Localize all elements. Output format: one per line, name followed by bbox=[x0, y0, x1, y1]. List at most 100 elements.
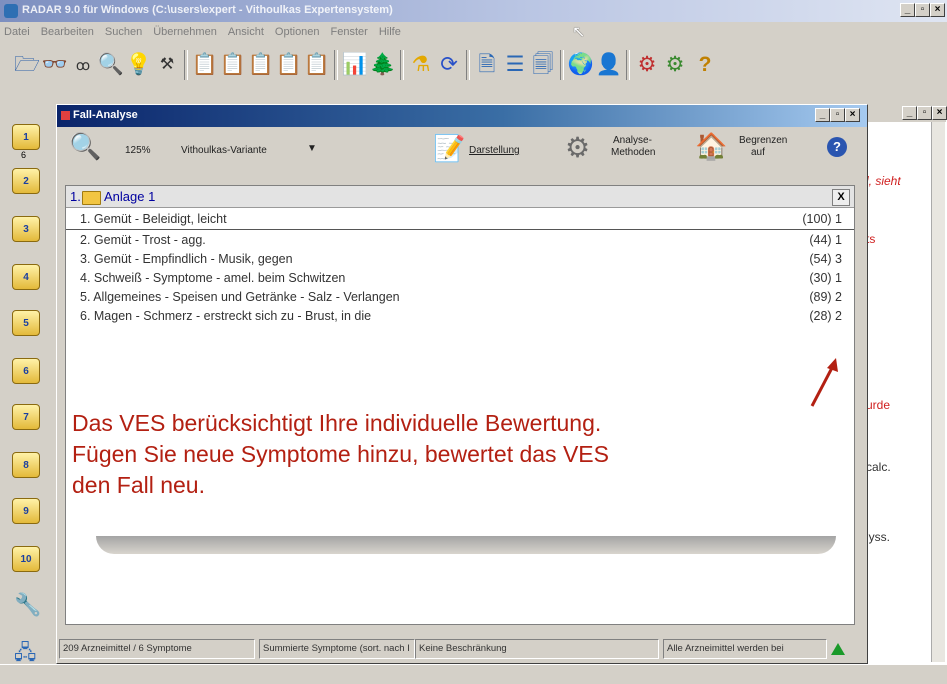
sheet-icon[interactable]: 🗐 bbox=[530, 52, 556, 78]
fall-analyse-window: Fall-Analyse _ ▫ × 🔍 125% Vithoulkas-Var… bbox=[56, 104, 868, 664]
background-document: _ ▫ × l, sieht ts urde calc. lyss. bbox=[857, 106, 947, 664]
left-btn-1[interactable]: 1 bbox=[12, 124, 40, 150]
left-btn-3[interactable]: 3 bbox=[12, 216, 40, 242]
status-triangle-icon[interactable] bbox=[831, 643, 845, 655]
binoculars-icon[interactable]: 👓 bbox=[42, 52, 68, 78]
doc-close-button[interactable]: × bbox=[932, 106, 947, 120]
doc-minimize-button[interactable]: _ bbox=[902, 106, 917, 120]
clipboard-1-icon[interactable]: 📋 bbox=[192, 52, 218, 78]
fa-maximize-button[interactable]: ▫ bbox=[830, 108, 845, 122]
symptom-row[interactable]: 3. Gemüt - Empfindlich - Musik, gegen (5… bbox=[66, 250, 854, 269]
symptom-list-panel: 1. Anlage 1 X 1. Gemüt - Beleidigt, leic… bbox=[65, 185, 855, 625]
list-icon[interactable]: ☰ bbox=[502, 52, 528, 78]
status-bar: 209 Arzneimittel / 6 Symptome Summierte … bbox=[57, 637, 867, 661]
left-btn-6[interactable]: 6 bbox=[12, 358, 40, 384]
clipboard-3-icon[interactable]: 📋 bbox=[248, 52, 274, 78]
cycle-icon[interactable]: ⟳ bbox=[436, 52, 462, 78]
analyse-gear-icon[interactable]: ⚙ bbox=[565, 131, 590, 164]
menu-uebernehmen[interactable]: Übernehmen bbox=[153, 26, 217, 38]
tool-icon[interactable]: ⚒ bbox=[154, 52, 180, 78]
zoom-level[interactable]: 125% bbox=[125, 145, 151, 156]
status-limit[interactable]: Keine Beschränkung bbox=[415, 639, 659, 659]
symptom-row[interactable]: 2. Gemüt - Trost - agg. (44) 1 bbox=[66, 231, 854, 250]
lightbulb-icon[interactable]: 💡 bbox=[126, 52, 152, 78]
callout-line-2: Fügen Sie neue Symptome hinzu, bewertet … bbox=[72, 441, 609, 467]
doc-maximize-button[interactable]: ▫ bbox=[917, 106, 932, 120]
person-icon[interactable]: 👤 bbox=[596, 52, 622, 78]
left-btn-2[interactable]: 2 bbox=[12, 168, 40, 194]
help-icon[interactable]: ? bbox=[692, 52, 718, 78]
left-btn-small-label: 6 bbox=[21, 150, 27, 160]
folder-icon bbox=[82, 191, 101, 205]
list-header[interactable]: 1. Anlage 1 X bbox=[66, 186, 854, 208]
radar-app-icon bbox=[4, 4, 18, 18]
callout-line-1: Das VES berücksichtigt Ihre individuelle… bbox=[72, 410, 602, 436]
close-button[interactable]: × bbox=[930, 3, 945, 17]
left-btn-9[interactable]: 9 bbox=[12, 498, 40, 524]
doc-scrollbar[interactable] bbox=[931, 122, 945, 662]
darstellung-icon[interactable]: 📝 bbox=[433, 133, 465, 164]
fall-analyse-titlebar[interactable]: Fall-Analyse _ ▫ × bbox=[57, 105, 867, 127]
doc-text-1: l, sieht bbox=[866, 174, 901, 188]
fall-analyse-title: Fall-Analyse bbox=[73, 109, 138, 121]
status-sort[interactable]: Summierte Symptome (sort. nach I bbox=[259, 639, 415, 659]
left-btn-8[interactable]: 8 bbox=[12, 452, 40, 478]
menu-fenster[interactable]: Fenster bbox=[331, 26, 368, 38]
clipboard-4-icon[interactable]: 📋 bbox=[276, 52, 302, 78]
tree-icon[interactable]: 🌲 bbox=[370, 52, 396, 78]
status-remedies-all: Alle Arzneimittel werden bei bbox=[663, 639, 827, 659]
menu-ansicht[interactable]: Ansicht bbox=[228, 26, 264, 38]
analyse-label-2[interactable]: Methoden bbox=[611, 147, 655, 158]
begrenzen-label-1[interactable]: Begrenzen bbox=[739, 135, 787, 146]
callout-text: Das VES berücksichtigt Ihre individuelle… bbox=[72, 408, 852, 536]
status-remedies: 209 Arzneimittel / 6 Symptome bbox=[59, 639, 255, 659]
symptom-row[interactable]: 1. Gemüt - Beleidigt, leicht (100) 1 bbox=[66, 210, 854, 230]
variant-dropdown-icon[interactable]: ▼ bbox=[307, 143, 317, 154]
zoom-magnifier-icon[interactable]: 🔍 bbox=[69, 131, 101, 162]
menu-suchen[interactable]: Suchen bbox=[105, 26, 142, 38]
left-toolbar: 1 6 2 3 4 5 6 7 8 9 10 🔧 🖧 bbox=[0, 102, 52, 664]
doc-text-3: urde bbox=[866, 398, 891, 412]
menu-datei[interactable]: Datei bbox=[4, 26, 30, 38]
analyse-label-1[interactable]: Analyse- bbox=[613, 135, 652, 146]
symptom-row[interactable]: 6. Magen - Schmerz - erstreckt sich zu -… bbox=[66, 307, 854, 326]
begrenzen-house-icon[interactable]: 🏠 bbox=[695, 131, 727, 162]
clipboard-2-icon[interactable]: 📋 bbox=[220, 52, 246, 78]
menu-hilfe[interactable]: Hilfe bbox=[379, 26, 401, 38]
mouse-cursor-icon: ↖ bbox=[572, 24, 586, 41]
symptom-row[interactable]: 4. Schweiß - Symptome - amel. beim Schwi… bbox=[66, 269, 854, 288]
left-btn-5[interactable]: 5 bbox=[12, 310, 40, 336]
left-btn-4[interactable]: 4 bbox=[12, 264, 40, 290]
fa-minimize-button[interactable]: _ bbox=[815, 108, 830, 122]
list-close-button[interactable]: X bbox=[832, 189, 850, 206]
list-header-label: Anlage 1 bbox=[104, 189, 156, 204]
clipboard-5-icon[interactable]: 📋 bbox=[304, 52, 330, 78]
callout-shadow bbox=[96, 536, 836, 554]
tools-icon[interactable]: 🔧 bbox=[14, 592, 41, 618]
open-folder-icon[interactable]: 🗁 bbox=[14, 52, 40, 78]
left-btn-7[interactable]: 7 bbox=[12, 404, 40, 430]
glasses-icon[interactable]: ꝏ bbox=[70, 52, 96, 78]
main-titlebar[interactable]: RADAR 9.0 für Windows (C:\users\expert -… bbox=[0, 0, 947, 22]
bar-chart-icon[interactable]: 📊 bbox=[342, 52, 368, 78]
left-btn-10[interactable]: 10 bbox=[12, 546, 40, 572]
document-icon[interactable]: 🗎 bbox=[474, 52, 500, 78]
darstellung-button[interactable]: Darstellung bbox=[469, 145, 520, 156]
begrenzen-label-2[interactable]: auf bbox=[751, 147, 765, 158]
fa-close-button[interactable]: × bbox=[845, 108, 860, 122]
bottom-strip bbox=[0, 664, 947, 684]
gear-green-icon[interactable]: ⚙ bbox=[662, 52, 688, 78]
symptom-row[interactable]: 5. Allgemeines - Speisen und Getränke - … bbox=[66, 288, 854, 307]
window-small-icon bbox=[61, 111, 70, 120]
list-header-number: 1. bbox=[70, 189, 81, 204]
magnifier-icon[interactable]: 🔍 bbox=[98, 52, 124, 78]
menu-bearbeiten[interactable]: Bearbeiten bbox=[41, 26, 94, 38]
flask-icon[interactable]: ⚗ bbox=[408, 52, 434, 78]
gear-red-icon[interactable]: ⚙ bbox=[634, 52, 660, 78]
variant-select[interactable]: Vithoulkas-Variante bbox=[181, 145, 267, 156]
help-icon[interactable]: ? bbox=[827, 137, 847, 157]
globe-icon[interactable]: 🌍 bbox=[568, 52, 594, 78]
minimize-button[interactable]: _ bbox=[900, 3, 915, 17]
maximize-button[interactable]: ▫ bbox=[915, 3, 930, 17]
menu-optionen[interactable]: Optionen bbox=[275, 26, 320, 38]
